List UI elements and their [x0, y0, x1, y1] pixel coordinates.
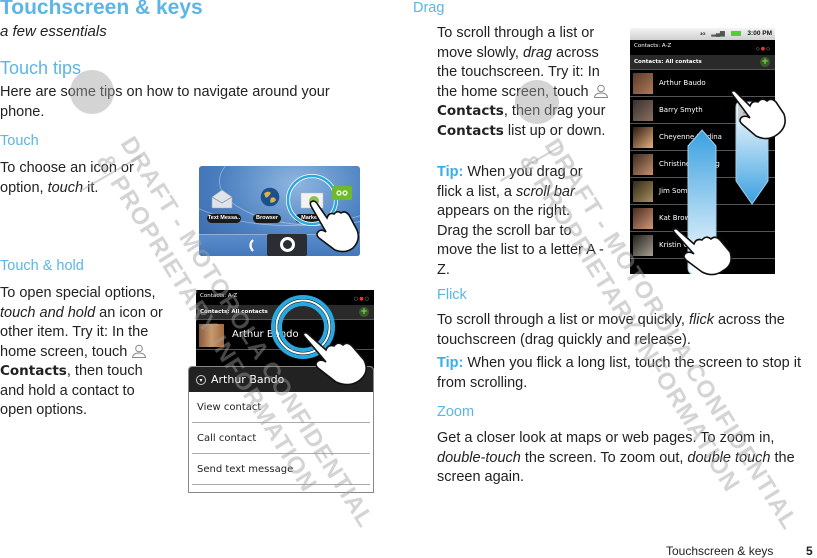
- touch-hold-contacts-figure: Contacts: A-Z ○●○ Contacts: All contacts…: [188, 290, 374, 493]
- emphasis: touch: [47, 179, 84, 196]
- flick-tip: Tip: When you flick a long list, touch t…: [437, 354, 817, 393]
- strong-text: Contacts: [0, 363, 67, 379]
- context-menu-title: Arthur Bando: [211, 373, 285, 386]
- app-label-browser[interactable]: Browser: [253, 214, 281, 223]
- list-title: Contacts: All contacts: [634, 59, 702, 65]
- tip-label: Tip:: [437, 355, 464, 371]
- watermark-logo: [515, 80, 559, 124]
- pointing-hand-icon: [672, 228, 732, 276]
- touch-tips-body: Here are some tips on how to navigate ar…: [0, 84, 330, 120]
- pointing-hand-icon: [302, 332, 368, 386]
- section-heading-flick: Flick: [437, 287, 467, 303]
- page-subtitle: a few essentials: [0, 23, 107, 40]
- status-bar: 3G ▂▄▆ 3:00 PM: [630, 28, 775, 40]
- text: When you flick a long list, touch the sc…: [437, 355, 802, 391]
- section-heading-zoom: Zoom: [437, 404, 475, 420]
- pointing-hand-icon: [730, 90, 786, 140]
- strong-text: Contacts: [437, 122, 504, 139]
- signal-icon: ▂▄▆: [711, 31, 725, 37]
- add-contact-button[interactable]: +: [359, 307, 369, 317]
- text: appears on the right. Drag the scroll ba…: [437, 203, 604, 278]
- emphasis: flick: [688, 312, 714, 328]
- emphasis: scroll bar: [515, 183, 575, 200]
- tip-label: Tip:: [437, 164, 464, 180]
- footer-section-name: Touchscreen & keys: [666, 544, 774, 558]
- contacts-person-icon: [593, 84, 608, 98]
- text: list up or down.: [503, 122, 606, 139]
- app-label-text-messaging[interactable]: Text Messa..: [207, 214, 241, 223]
- text: the screen. To zoom out,: [520, 449, 688, 466]
- avatar: [633, 100, 653, 121]
- home-button[interactable]: [267, 234, 307, 256]
- chevron-down-icon: ▾: [196, 375, 206, 385]
- add-contact-button[interactable]: +: [760, 57, 770, 67]
- emphasis: drag: [522, 44, 552, 61]
- page-title: Touchscreen & keys: [0, 0, 203, 19]
- envelope-icon[interactable]: [209, 188, 235, 210]
- menu-item-send-text[interactable]: Send text message: [192, 454, 370, 485]
- section-heading-touch-tips: Touch tips: [0, 58, 82, 78]
- section-heading-touch-hold: Touch & hold: [0, 258, 84, 274]
- status-time: 3:00 PM: [747, 30, 772, 37]
- avatar: [633, 208, 653, 229]
- avatar: [633, 235, 653, 256]
- avatar: [633, 154, 653, 175]
- strong-text: Contacts: [437, 103, 504, 119]
- battery-icon: [730, 30, 741, 36]
- text: Get a closer look at maps or web pages. …: [437, 430, 775, 446]
- avatar: [633, 127, 653, 148]
- network-indicator: 3G: [700, 31, 706, 36]
- text: To scroll through a list or move quickly…: [437, 312, 689, 328]
- flick-body: To scroll through a list or move quickly…: [437, 311, 817, 350]
- home-ring-icon: [280, 237, 295, 252]
- tab-title: Contacts: A-Z: [200, 293, 238, 299]
- menu-item-call-contact[interactable]: Call contact: [192, 423, 370, 454]
- pointing-hand-icon: [309, 200, 360, 253]
- emphasis: touch and hold: [0, 304, 96, 321]
- zoom-body: Get a closer look at maps or web pages. …: [437, 429, 817, 488]
- avatar: [199, 324, 224, 347]
- globe-icon[interactable]: [257, 186, 283, 208]
- touch-hold-body: To open special options, touch and hold …: [0, 284, 166, 421]
- section-heading-drag: Drag: [413, 0, 445, 16]
- emphasis: double touch: [687, 449, 771, 466]
- section-heading-touch: Touch: [0, 133, 39, 149]
- touch-home-screen-figure: Text Messa.. Browser Market: [199, 166, 360, 256]
- avatar: [633, 181, 653, 202]
- tab-title: Contacts: A-Z: [634, 43, 672, 49]
- contact-name: Barry Smyth: [659, 106, 703, 114]
- page-number: 5: [806, 544, 813, 558]
- touch-body: To choose an icon or option, touch it.: [0, 159, 160, 198]
- menu-item-view-contact[interactable]: View contact: [192, 392, 370, 423]
- contacts-list-header: Contacts: All contacts +: [630, 55, 775, 70]
- list-title: Contacts: All contacts: [200, 309, 268, 315]
- watermark-logo: [70, 70, 114, 114]
- avatar: [633, 73, 653, 94]
- phone-icon[interactable]: [247, 239, 255, 252]
- text: To open special options,: [0, 285, 156, 301]
- emphasis: double-touch: [437, 449, 521, 466]
- contacts-person-icon: [132, 344, 147, 358]
- contacts-tab-header: Contacts: A-Z ◇●◇: [630, 40, 775, 55]
- drag-tip: Tip: When you drag or flick a list, a sc…: [437, 163, 605, 280]
- contact-name: Arthur Baudo: [659, 79, 706, 87]
